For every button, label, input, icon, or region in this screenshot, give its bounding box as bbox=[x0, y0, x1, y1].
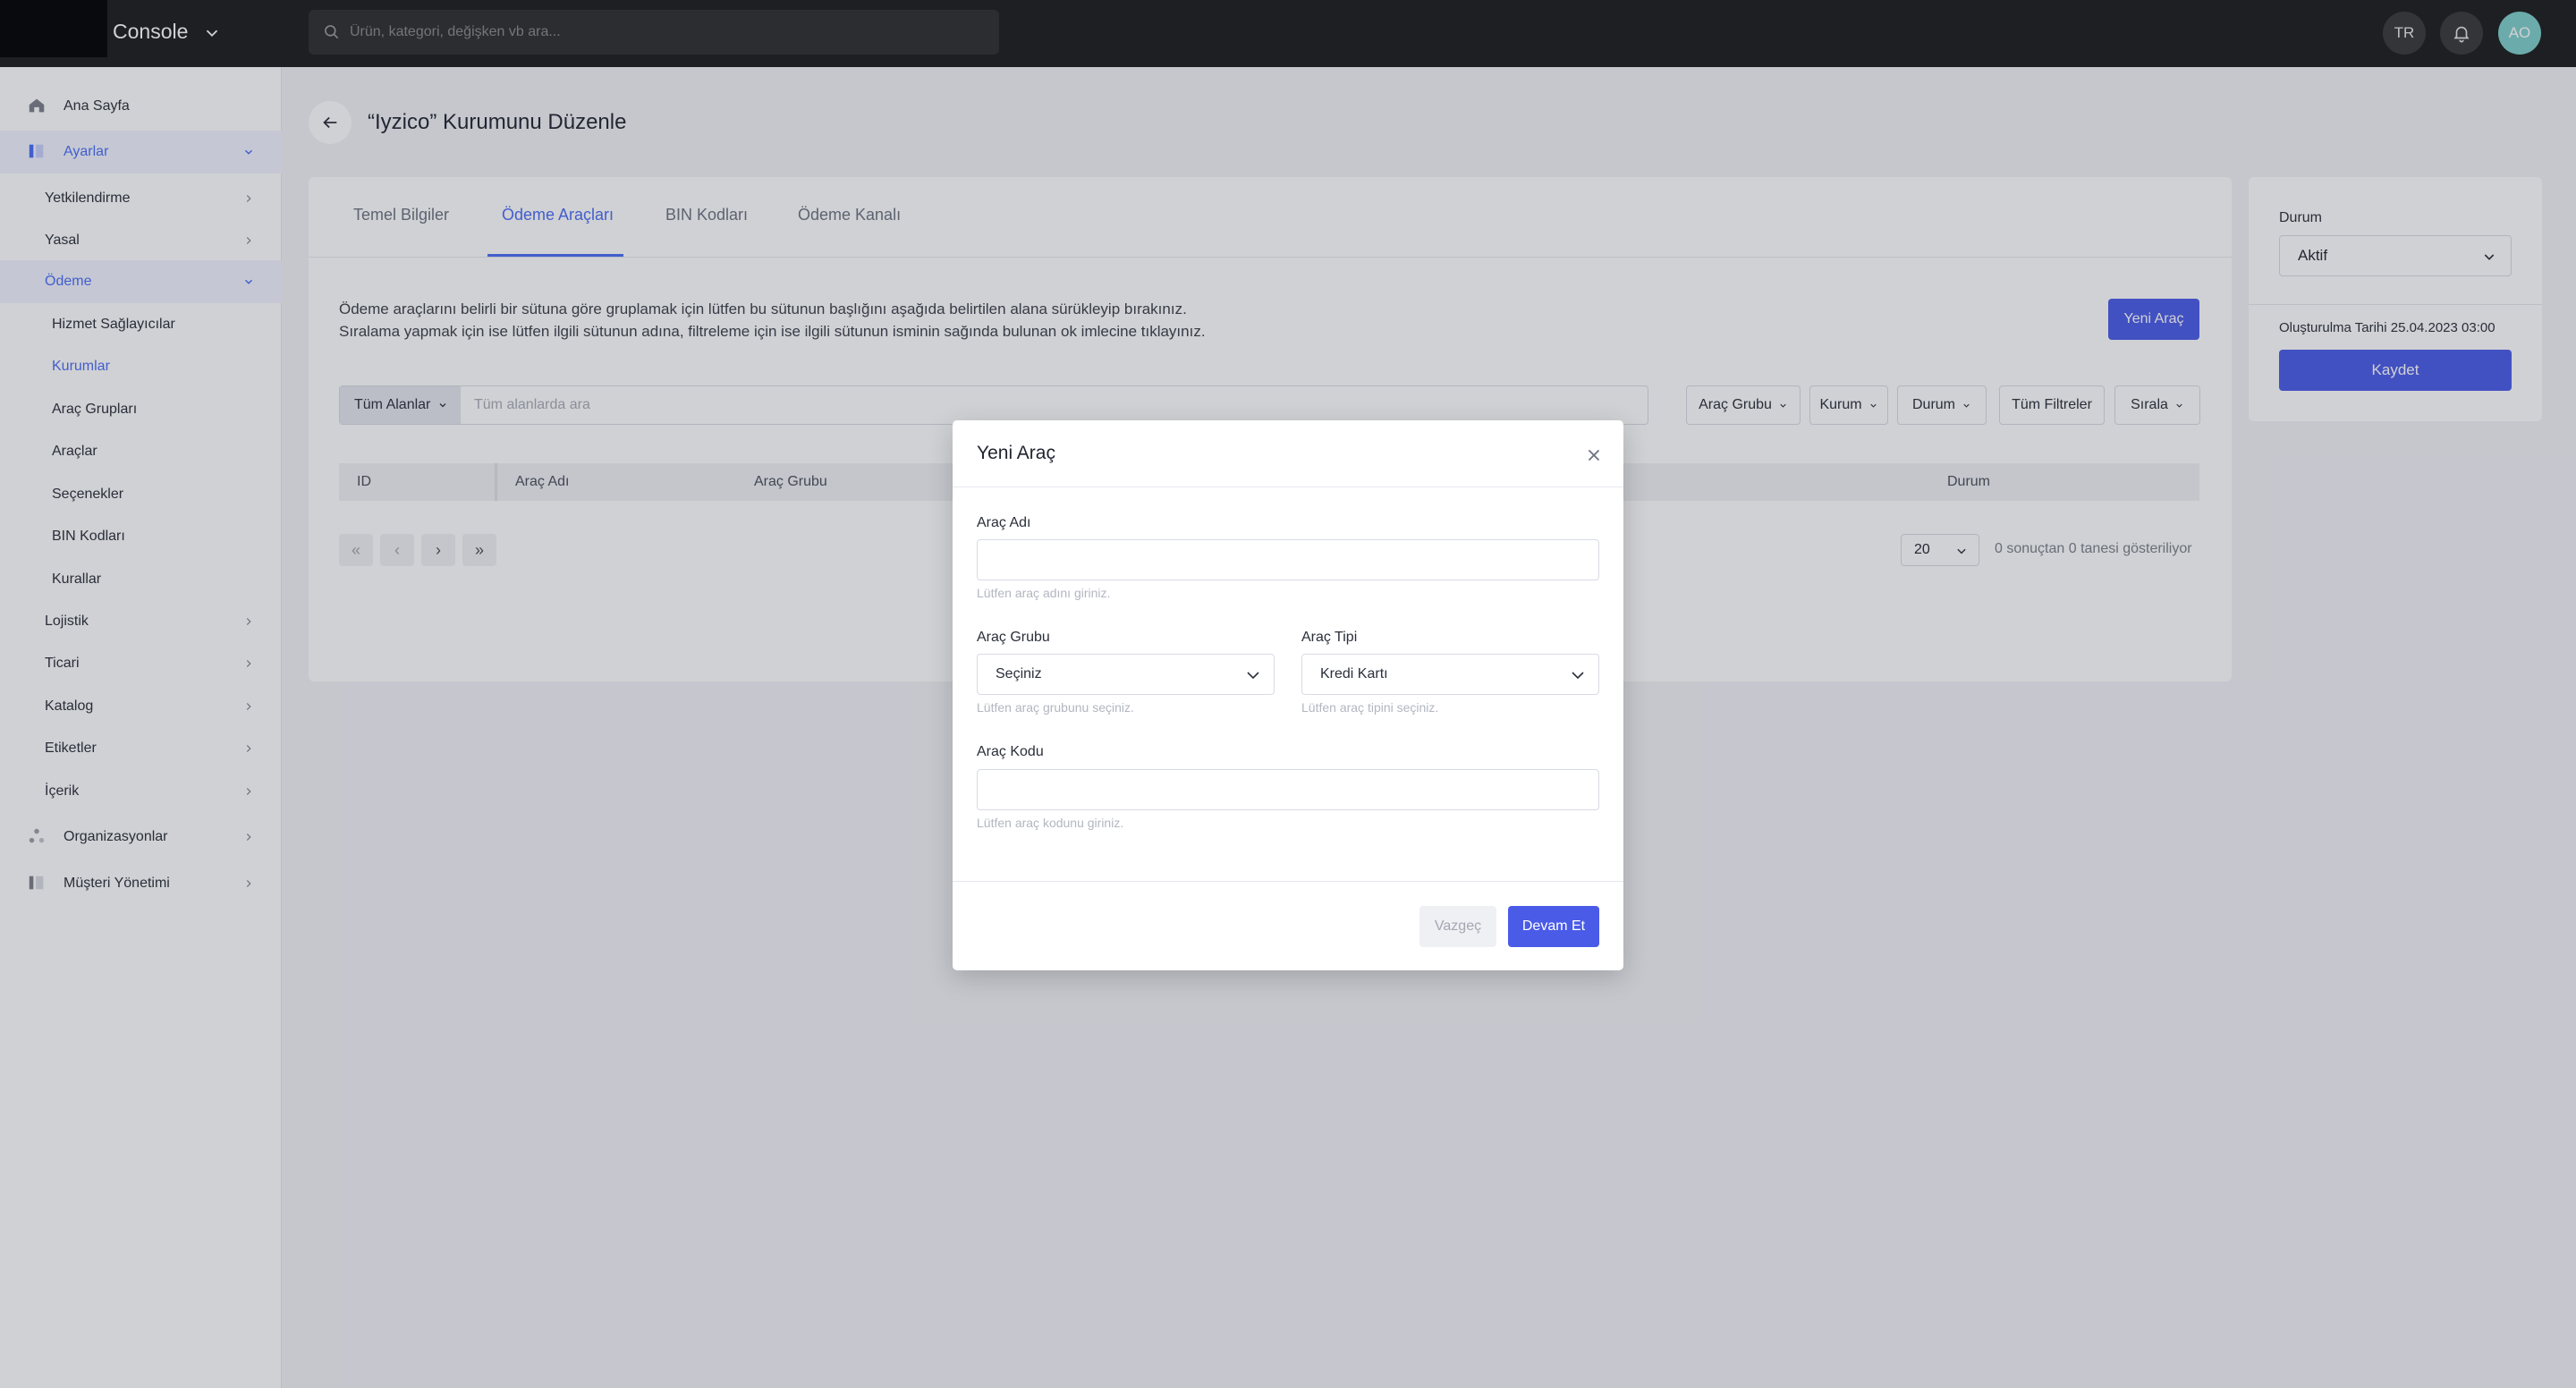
tool-code-input[interactable] bbox=[977, 769, 1599, 810]
close-icon[interactable] bbox=[1584, 445, 1604, 465]
divider bbox=[953, 881, 1623, 882]
chevron-down-icon bbox=[1247, 672, 1259, 680]
tool-type-help: Lütfen araç tipini seçiniz. bbox=[1301, 700, 1439, 715]
tool-group-value: Seçiniz bbox=[996, 666, 1042, 681]
tool-name-input[interactable] bbox=[977, 539, 1599, 580]
continue-button[interactable]: Devam Et bbox=[1508, 906, 1599, 947]
tool-type-value: Kredi Kartı bbox=[1320, 666, 1388, 681]
cancel-button[interactable]: Vazgeç bbox=[1419, 906, 1496, 947]
new-tool-modal: Yeni Araç Araç Adı Lütfen araç adını gir… bbox=[953, 420, 1623, 970]
tool-type-select[interactable]: Kredi Kartı bbox=[1301, 654, 1599, 695]
tool-name-help: Lütfen araç adını giriniz. bbox=[977, 586, 1111, 600]
modal-title: Yeni Araç bbox=[977, 443, 1055, 463]
tool-type-label: Araç Tipi bbox=[1301, 630, 1358, 645]
chevron-down-icon bbox=[1572, 672, 1584, 680]
tool-group-help: Lütfen araç grubunu seçiniz. bbox=[977, 700, 1134, 715]
tool-code-help: Lütfen araç kodunu giriniz. bbox=[977, 816, 1124, 830]
tool-group-select[interactable]: Seçiniz bbox=[977, 654, 1275, 695]
tool-code-label: Araç Kodu bbox=[977, 744, 1044, 759]
tool-name-label: Araç Adı bbox=[977, 515, 1031, 530]
tool-group-label: Araç Grubu bbox=[977, 630, 1050, 645]
